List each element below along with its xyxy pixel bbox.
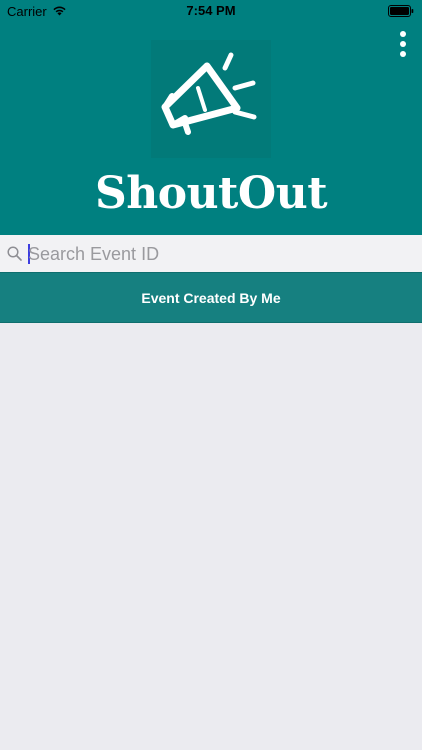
- menu-dot: [400, 31, 406, 37]
- status-bar: Carrier 7:54 PM: [0, 0, 422, 22]
- search-icon: [7, 246, 22, 266]
- search-input[interactable]: [28, 239, 408, 269]
- event-list-area: [0, 323, 422, 750]
- clock: 7:54 PM: [186, 3, 236, 18]
- app-title: ShoutOut: [94, 168, 328, 219]
- megaphone-icon: [161, 52, 257, 135]
- menu-dot: [400, 51, 406, 57]
- menu-dot: [400, 41, 406, 47]
- more-vertical-icon[interactable]: [396, 31, 410, 57]
- app-logo: [151, 40, 271, 158]
- app-header: Carrier 7:54 PM ShoutOut: [0, 0, 422, 235]
- battery-icon: [388, 5, 414, 20]
- event-created-by-me-button[interactable]: Event Created By Me: [0, 272, 422, 323]
- search-bar: [0, 235, 422, 272]
